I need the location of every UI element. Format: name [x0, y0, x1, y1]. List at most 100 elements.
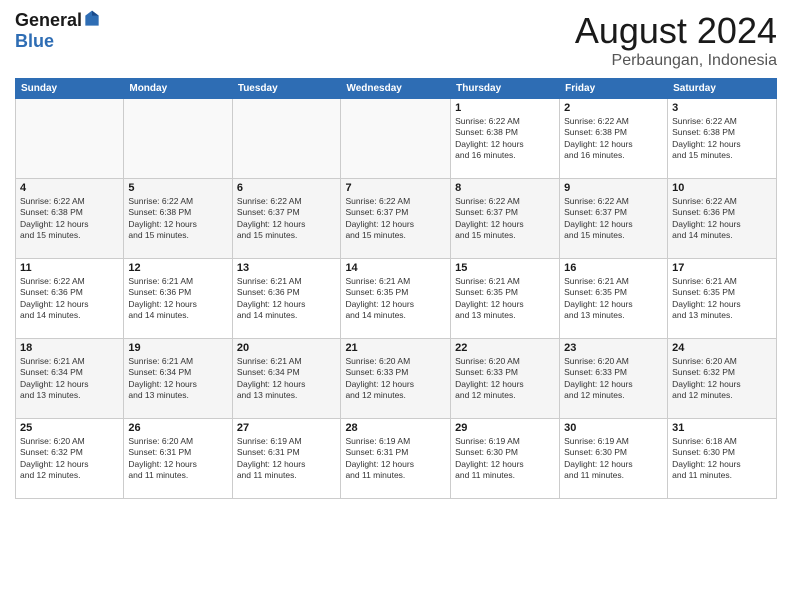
day-number: 9	[564, 182, 663, 194]
day-number: 25	[20, 422, 119, 434]
header-saturday: Saturday	[668, 79, 777, 99]
day-cell: 28Sunrise: 6:19 AMSunset: 6:31 PMDayligh…	[341, 419, 451, 499]
day-cell: 1Sunrise: 6:22 AMSunset: 6:38 PMDaylight…	[451, 99, 560, 179]
day-number: 31	[672, 422, 772, 434]
day-info: Sunrise: 6:22 AMSunset: 6:36 PMDaylight:…	[672, 196, 772, 242]
day-cell: 19Sunrise: 6:21 AMSunset: 6:34 PMDayligh…	[124, 339, 232, 419]
day-cell: 30 Sunrise: 6:19 AMSunset: 6:30 PMDayligh…	[560, 419, 668, 499]
day-number: 24	[672, 342, 772, 354]
header-sunday: Sunday	[16, 79, 124, 99]
day-info: Sunrise: 6:19 AMSunset: 6:31 PMDaylight:…	[237, 436, 337, 482]
day-info: Sunrise: 6:21 AMSunset: 6:35 PMDaylight:…	[672, 276, 772, 322]
day-cell: 27 Sunrise: 6:19 AMSunset: 6:31 PMDayligh…	[232, 419, 341, 499]
day-info: Sunrise: 6:22 AMSunset: 6:37 PMDaylight:…	[237, 196, 337, 242]
day-info: Sunrise: 6:20 AMSunset: 6:32 PMDaylight:…	[20, 436, 119, 482]
calendar: Sunday Monday Tuesday Wednesday Thursday…	[15, 78, 777, 499]
logo: General Blue	[15, 10, 102, 52]
day-cell: 17 Sunrise: 6:21 AMSunset: 6:35 PMDayligh…	[668, 259, 777, 339]
month-title: August 2024	[575, 10, 777, 52]
day-info: Sunrise: 6:22 AMSunset: 6:38 PMDaylight:…	[20, 196, 119, 242]
week-row-2: 4 Sunrise: 6:22 AMSunset: 6:38 PMDaylight…	[16, 179, 777, 259]
day-info: Sunrise: 6:20 AMSunset: 6:33 PMDaylight:…	[455, 356, 555, 402]
day-info: Sunrise: 6:22 AMSunset: 6:37 PMDaylight:…	[564, 196, 663, 242]
title-area: August 2024 Perbaungan, Indonesia	[575, 10, 777, 70]
day-number: 12	[128, 262, 227, 274]
header: General Blue August 2024 Perbaungan, Ind…	[15, 10, 777, 70]
day-info: Sunrise: 6:21 AMSunset: 6:36 PMDaylight:…	[237, 276, 337, 322]
day-cell: 10 Sunrise: 6:22 AMSunset: 6:36 PMDayligh…	[668, 179, 777, 259]
header-wednesday: Wednesday	[341, 79, 451, 99]
day-info: Sunrise: 6:19 AMSunset: 6:30 PMDaylight:…	[564, 436, 663, 482]
header-friday: Friday	[560, 79, 668, 99]
day-number: 8	[455, 182, 555, 194]
day-info: Sunrise: 6:21 AMSunset: 6:34 PMDaylight:…	[20, 356, 119, 402]
day-info: Sunrise: 6:18 AMSunset: 6:30 PMDaylight:…	[672, 436, 772, 482]
week-row-4: 18Sunrise: 6:21 AMSunset: 6:34 PMDayligh…	[16, 339, 777, 419]
day-cell: 21Sunrise: 6:20 AMSunset: 6:33 PMDayligh…	[341, 339, 451, 419]
day-number: 15	[455, 262, 555, 274]
day-number: 17	[672, 262, 772, 274]
week-row-5: 25 Sunrise: 6:20 AMSunset: 6:32 PMDayligh…	[16, 419, 777, 499]
day-info: Sunrise: 6:22 AMSunset: 6:38 PMDaylight:…	[128, 196, 227, 242]
day-info: Sunrise: 6:22 AMSunset: 6:38 PMDaylight:…	[564, 116, 663, 162]
day-cell: 2 Sunrise: 6:22 AMSunset: 6:38 PMDaylight…	[560, 99, 668, 179]
day-number: 21	[345, 342, 446, 354]
day-cell: 23Sunrise: 6:20 AMSunset: 6:33 PMDayligh…	[560, 339, 668, 419]
day-info: Sunrise: 6:22 AMSunset: 6:37 PMDaylight:…	[455, 196, 555, 242]
day-cell	[16, 99, 124, 179]
day-cell: 20 Sunrise: 6:21 AMSunset: 6:34 PMDayligh…	[232, 339, 341, 419]
day-number: 30	[564, 422, 663, 434]
logo-general-text: General	[15, 10, 82, 31]
day-info: Sunrise: 6:20 AMSunset: 6:32 PMDaylight:…	[672, 356, 772, 402]
day-info: Sunrise: 6:21 AMSunset: 6:36 PMDaylight:…	[128, 276, 227, 322]
day-number: 6	[237, 182, 337, 194]
header-thursday: Thursday	[451, 79, 560, 99]
day-info: Sunrise: 6:20 AMSunset: 6:31 PMDaylight:…	[128, 436, 227, 482]
day-cell	[232, 99, 341, 179]
day-number: 7	[345, 182, 446, 194]
day-number: 4	[20, 182, 119, 194]
day-cell: 18Sunrise: 6:21 AMSunset: 6:34 PMDayligh…	[16, 339, 124, 419]
day-number: 11	[20, 262, 119, 274]
day-number: 10	[672, 182, 772, 194]
day-number: 19	[128, 342, 227, 354]
day-number: 20	[237, 342, 337, 354]
day-cell: 31 Sunrise: 6:18 AMSunset: 6:30 PMDayligh…	[668, 419, 777, 499]
header-monday: Monday	[124, 79, 232, 99]
day-cell: 5 Sunrise: 6:22 AMSunset: 6:38 PMDaylight…	[124, 179, 232, 259]
day-info: Sunrise: 6:22 AMSunset: 6:38 PMDaylight:…	[672, 116, 772, 162]
day-number: 3	[672, 102, 772, 114]
day-cell: 15 Sunrise: 6:21 AMSunset: 6:35 PMDayligh…	[451, 259, 560, 339]
day-number: 2	[564, 102, 663, 114]
day-info: Sunrise: 6:21 AMSunset: 6:34 PMDaylight:…	[237, 356, 337, 402]
day-cell: 13Sunrise: 6:21 AMSunset: 6:36 PMDayligh…	[232, 259, 341, 339]
day-cell: 22 Sunrise: 6:20 AMSunset: 6:33 PMDayligh…	[451, 339, 560, 419]
day-number: 1	[455, 102, 555, 114]
day-number: 23	[564, 342, 663, 354]
day-info: Sunrise: 6:22 AMSunset: 6:37 PMDaylight:…	[345, 196, 446, 242]
day-number: 26	[128, 422, 227, 434]
day-info: Sunrise: 6:21 AMSunset: 6:35 PMDaylight:…	[455, 276, 555, 322]
header-tuesday: Tuesday	[232, 79, 341, 99]
day-cell: 7 Sunrise: 6:22 AMSunset: 6:37 PMDaylight…	[341, 179, 451, 259]
day-number: 22	[455, 342, 555, 354]
day-info: Sunrise: 6:21 AMSunset: 6:35 PMDaylight:…	[345, 276, 446, 322]
day-cell: 9 Sunrise: 6:22 AMSunset: 6:37 PMDaylight…	[560, 179, 668, 259]
day-cell: 29 Sunrise: 6:19 AMSunset: 6:30 PMDayligh…	[451, 419, 560, 499]
logo-blue-text: Blue	[15, 31, 54, 51]
day-cell	[124, 99, 232, 179]
day-cell: 26 Sunrise: 6:20 AMSunset: 6:31 PMDayligh…	[124, 419, 232, 499]
location: Perbaungan, Indonesia	[575, 52, 777, 70]
day-info: Sunrise: 6:19 AMSunset: 6:30 PMDaylight:…	[455, 436, 555, 482]
day-number: 14	[345, 262, 446, 274]
day-cell: 8 Sunrise: 6:22 AMSunset: 6:37 PMDaylight…	[451, 179, 560, 259]
day-info: Sunrise: 6:21 AMSunset: 6:35 PMDaylight:…	[564, 276, 663, 322]
day-cell: 25 Sunrise: 6:20 AMSunset: 6:32 PMDayligh…	[16, 419, 124, 499]
day-number: 5	[128, 182, 227, 194]
day-cell: 12 Sunrise: 6:21 AMSunset: 6:36 PMDayligh…	[124, 259, 232, 339]
day-number: 27	[237, 422, 337, 434]
day-info: Sunrise: 6:22 AMSunset: 6:36 PMDaylight:…	[20, 276, 119, 322]
week-row-1: 1 Sunrise: 6:22 AMSunset: 6:38 PMDaylight…	[16, 99, 777, 179]
day-cell	[341, 99, 451, 179]
day-number: 29	[455, 422, 555, 434]
